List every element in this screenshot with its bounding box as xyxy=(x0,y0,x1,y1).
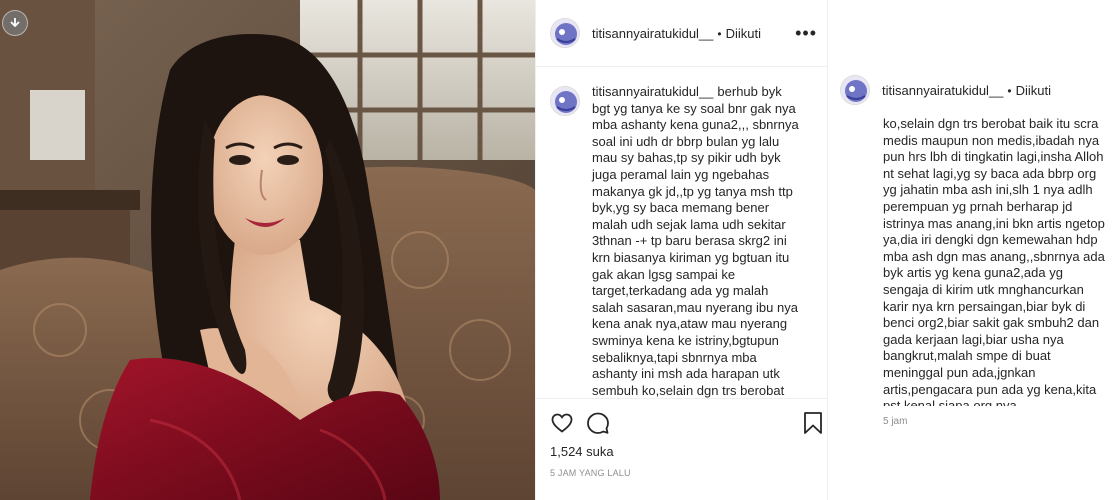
card-author: titisannyairatukidul__ • Diikuti xyxy=(882,83,1051,98)
heart-icon[interactable] xyxy=(550,411,574,435)
post-header: titisannyairatukidul__ • Diikuti ••• xyxy=(536,0,827,67)
card-avatar[interactable] xyxy=(840,75,870,105)
caption-text: titisannyairatukidul__ berhub byk bgt yg … xyxy=(592,84,802,398)
caption-avatar[interactable] xyxy=(550,86,580,116)
caption-continuation-card: titisannyairatukidul__ • Diikuti ko,selain… xyxy=(827,0,1118,500)
card-separator-dot: • xyxy=(1007,83,1012,98)
post-photo[interactable] xyxy=(0,0,535,500)
post-panel: titisannyairatukidul__ • Diikuti ••• titis… xyxy=(535,0,828,500)
like-count[interactable]: 1,524 suka xyxy=(550,444,614,459)
action-bar xyxy=(550,411,822,439)
card-header: titisannyairatukidul__ • Diikuti xyxy=(840,74,1051,106)
download-icon[interactable] xyxy=(2,10,28,36)
card-timestamp: 5 jam xyxy=(883,416,908,427)
username-link[interactable]: titisannyairatukidul__ xyxy=(592,26,713,41)
bookmark-icon[interactable] xyxy=(802,411,824,435)
caption-body: berhub byk bgt yg tanya ke sy soal bnr g… xyxy=(592,84,799,398)
card-username-link[interactable]: titisannyairatukidul__ xyxy=(882,83,1003,98)
card-follow-status[interactable]: Diikuti xyxy=(1016,83,1051,98)
post-timestamp: 5 JAM YANG LALU xyxy=(550,468,631,478)
post-author: titisannyairatukidul__ • Diikuti xyxy=(592,26,761,41)
caption-section: titisannyairatukidul__ berhub byk bgt yg … xyxy=(536,68,828,398)
separator-dot: • xyxy=(717,26,722,41)
avatar[interactable] xyxy=(550,18,580,48)
follow-status[interactable]: Diikuti xyxy=(726,26,761,41)
more-options-icon[interactable]: ••• xyxy=(795,24,817,42)
caption-username[interactable]: titisannyairatukidul__ xyxy=(592,84,713,99)
divider xyxy=(536,398,828,399)
comment-icon[interactable] xyxy=(586,411,610,435)
card-caption-text: ko,selain dgn trs berobat baik itu scra … xyxy=(883,116,1105,406)
post-image xyxy=(0,0,535,500)
